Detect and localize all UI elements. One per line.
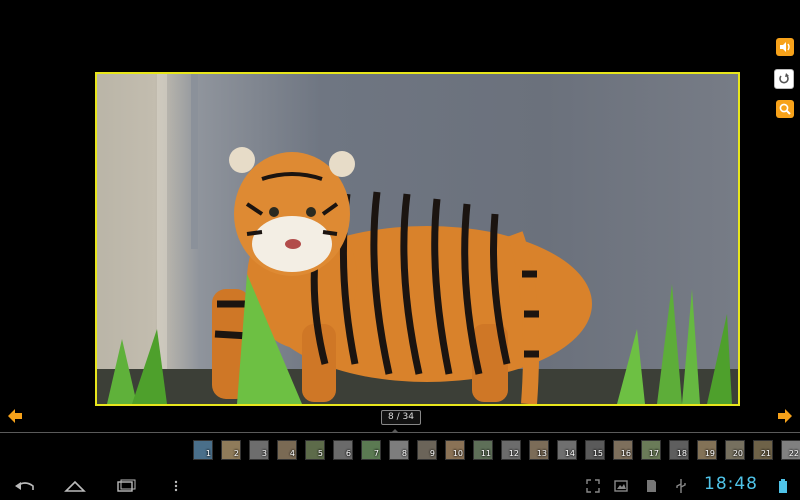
filmstrip-thumbnail[interactable]: 12 xyxy=(501,440,521,460)
arrow-right-icon[interactable] xyxy=(776,407,794,425)
usb-icon xyxy=(676,479,686,493)
status-clock: 18:48 xyxy=(704,474,758,494)
thumbnail-number: 16 xyxy=(620,449,631,458)
thumbnail-number: 14 xyxy=(564,449,575,458)
thumbnail-number: 9 xyxy=(429,449,435,458)
filmstrip-thumbnail[interactable]: 3 xyxy=(249,440,269,460)
thumbnail-number: 5 xyxy=(317,449,323,458)
filmstrip-thumbnail[interactable]: 4 xyxy=(277,440,297,460)
filmstrip-thumbnail[interactable]: 11 xyxy=(473,440,493,460)
filmstrip-thumbnail[interactable]: 8 xyxy=(389,440,409,460)
thumbnail-number: 11 xyxy=(480,449,491,458)
filmstrip-thumbnail[interactable]: 6 xyxy=(333,440,353,460)
filmstrip-thumbnail[interactable]: 10 xyxy=(445,440,465,460)
arrow-left-icon[interactable] xyxy=(6,407,24,425)
thumbnail-number: 18 xyxy=(676,449,687,458)
battery-icon xyxy=(779,479,787,493)
filmstrip-thumbnail[interactable]: 14 xyxy=(557,440,577,460)
menu-icon[interactable] xyxy=(172,478,180,494)
system-bar xyxy=(0,472,800,500)
thumbnail-number: 2 xyxy=(233,449,239,458)
rotate-button[interactable] xyxy=(774,69,794,89)
thumbnail-number: 4 xyxy=(289,449,295,458)
filmstrip-thumbnail[interactable]: 16 xyxy=(613,440,633,460)
sound-button[interactable] xyxy=(776,38,794,56)
filmstrip-thumbnail[interactable]: 20 xyxy=(725,440,745,460)
rotate-icon xyxy=(779,73,789,84)
photo-frame[interactable] xyxy=(95,72,740,406)
tiger-photo xyxy=(97,74,738,404)
page-counter: 8 / 34 xyxy=(381,410,421,425)
zoom-icon xyxy=(779,103,791,115)
recent-apps-icon[interactable] xyxy=(114,478,138,494)
filmstrip-thumbnail[interactable]: 2 xyxy=(221,440,241,460)
thumbnail-number: 12 xyxy=(508,449,519,458)
thumbnail-number: 15 xyxy=(592,449,603,458)
filmstrip-thumbnail[interactable]: 22 xyxy=(781,440,800,460)
gallery-icon xyxy=(614,480,628,492)
back-icon[interactable] xyxy=(13,478,37,494)
thumbnail-number: 7 xyxy=(373,449,379,458)
filmstrip-thumbnail[interactable]: 7 xyxy=(361,440,381,460)
speaker-icon xyxy=(780,42,790,52)
filmstrip-thumbnail[interactable]: 17 xyxy=(641,440,661,460)
filmstrip-thumbnail[interactable]: 1 xyxy=(193,440,213,460)
divider-marker xyxy=(392,429,398,432)
thumbnail-number: 1 xyxy=(205,449,211,458)
filmstrip-thumbnail[interactable]: 19 xyxy=(697,440,717,460)
filmstrip-thumbnail[interactable]: 9 xyxy=(417,440,437,460)
filmstrip[interactable]: 1 2 3 4 5 6 7 8 9 10 11 12 13 14 15 16 17 18 19 20 21 22 xyxy=(193,440,800,460)
zoom-button[interactable] xyxy=(776,100,794,118)
filmstrip-thumbnail[interactable]: 15 xyxy=(585,440,605,460)
thumbnail-number: 3 xyxy=(261,449,267,458)
thumbnail-number: 22 xyxy=(788,449,799,458)
thumbnail-number: 10 xyxy=(452,449,463,458)
fullscreen-icon xyxy=(586,479,600,493)
sd-card-icon xyxy=(647,480,656,492)
thumbnail-number: 13 xyxy=(536,449,547,458)
filmstrip-divider xyxy=(0,432,800,433)
filmstrip-thumbnail[interactable]: 21 xyxy=(753,440,773,460)
thumbnail-number: 20 xyxy=(732,449,743,458)
home-icon[interactable] xyxy=(63,478,87,494)
thumbnail-number: 21 xyxy=(760,449,771,458)
filmstrip-thumbnail[interactable]: 13 xyxy=(529,440,549,460)
thumbnail-number: 17 xyxy=(648,449,659,458)
filmstrip-thumbnail[interactable]: 5 xyxy=(305,440,325,460)
thumbnail-number: 8 xyxy=(401,449,407,458)
thumbnail-number: 19 xyxy=(704,449,715,458)
filmstrip-thumbnail[interactable]: 18 xyxy=(669,440,689,460)
thumbnail-number: 6 xyxy=(345,449,351,458)
